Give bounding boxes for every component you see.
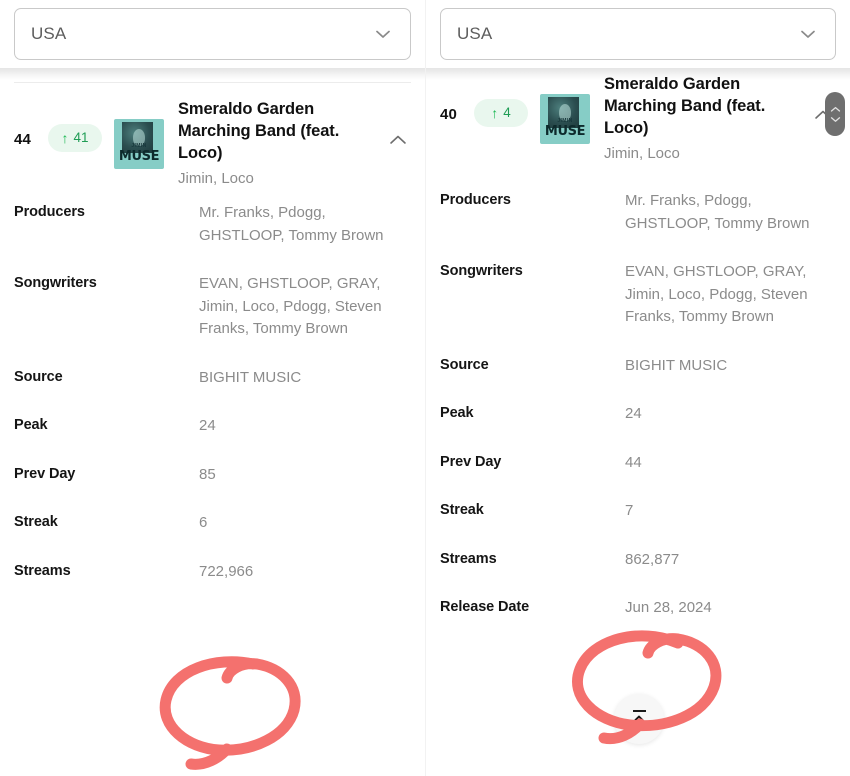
detail-row: Producers Mr. Franks, Pdogg, GHSTLOOP, T… [440, 190, 836, 261]
detail-row: Source BIGHIT MUSIC [440, 355, 836, 404]
detail-value: BIGHIT MUSIC [199, 368, 302, 386]
detail-value: Mr. Franks, Pdogg, GHSTLOOP, Tommy Brown [625, 192, 810, 232]
detail-value: 85 [199, 465, 216, 483]
detail-value: Mr. Franks, Pdogg, GHSTLOOP, Tommy Brown [199, 204, 384, 244]
track-delta-value-right: 4 [503, 105, 511, 121]
detail-label: Source [14, 368, 63, 385]
detail-value: Jun 28, 2024 [625, 599, 712, 616]
detail-row: Streak 6 [14, 512, 411, 561]
detail-value: 6 [199, 514, 208, 532]
detail-label: Streams [440, 550, 497, 567]
chevron-up-small-icon [830, 106, 840, 112]
track-rank-right: 40 [440, 106, 458, 123]
panel-left-header: USA [0, 0, 425, 80]
collapse-all-bar [632, 710, 646, 712]
detail-row: Peak 24 [14, 415, 411, 464]
album-artwork-left: JIMIN MUSE [114, 119, 164, 169]
screen: USA 44 ↑ 41 JIMIN MUSE Smeraldo Garden M… [0, 0, 850, 776]
artwork-album-text: MUSE [544, 124, 586, 139]
detail-label: Streak [440, 502, 484, 518]
track-title-left: Smeraldo Garden Marching Band (feat. Loc… [178, 100, 340, 162]
track-row-left[interactable]: 44 ↑ 41 JIMIN MUSE Smeraldo Garden March… [0, 83, 425, 194]
arrow-up-icon: ↑ [61, 130, 69, 146]
track-row-right[interactable]: 40 ↑ 4 JIMIN MUSE Smeraldo Garden Marchi… [426, 68, 850, 172]
panel-left: USA 44 ↑ 41 JIMIN MUSE Smeraldo Garden M… [0, 0, 425, 776]
detail-label: Source [440, 356, 489, 373]
detail-row: Songwriters EVAN, GHSTLOOP, GRAY, Jimin,… [14, 273, 411, 367]
country-select-left-label: USA [31, 24, 67, 43]
detail-value-streams: 862,877 [625, 550, 680, 568]
detail-value: 44 [625, 453, 642, 471]
detail-row: Songwriters EVAN, GHSTLOOP, GRAY, Jimin,… [440, 261, 836, 355]
detail-label: Producers [14, 204, 85, 221]
track-details-right: Producers Mr. Franks, Pdogg, GHSTLOOP, T… [426, 172, 850, 646]
track-delta-badge-right: ↑ 4 [474, 99, 528, 127]
track-title-right: Smeraldo Garden Marching Band (feat. Loc… [604, 75, 766, 137]
detail-label: Peak [14, 417, 48, 434]
panel-right-header: USA [426, 0, 850, 80]
detail-value: EVAN, GHSTLOOP, GRAY, Jimin, Loco, Pdogg… [199, 275, 382, 338]
detail-row: Release Date Jun 28, 2024 [440, 597, 836, 646]
detail-row: Source BIGHIT MUSIC [14, 367, 411, 416]
detail-label: Peak [440, 405, 474, 421]
country-select-right[interactable]: USA [440, 8, 836, 60]
detail-label: Songwriters [440, 263, 523, 279]
chevron-down-icon [372, 23, 394, 45]
collapse-button-left[interactable] [381, 123, 415, 157]
detail-label: Streak [14, 514, 58, 531]
chevron-up-icon [385, 127, 411, 153]
collapse-all-icon [628, 713, 650, 732]
detail-row: Prev Day 85 [14, 464, 411, 513]
detail-label: Prev Day [14, 465, 76, 482]
detail-value-streams: 722,966 [199, 562, 254, 580]
chevron-down-icon [797, 23, 819, 45]
arrow-up-icon: ↑ [491, 105, 499, 121]
album-artwork-right: JIMIN MUSE [540, 94, 590, 144]
detail-row: Producers Mr. Franks, Pdogg, GHSTLOOP, T… [14, 202, 411, 273]
detail-value: EVAN, GHSTLOOP, GRAY, Jimin, Loco, Pdogg… [625, 263, 808, 325]
track-text-left: Smeraldo Garden Marching Band (feat. Loc… [164, 97, 381, 188]
detail-value: 7 [625, 502, 634, 519]
track-rank-left: 44 [14, 131, 32, 148]
detail-row-streams: Streams 862,877 [440, 549, 836, 598]
artwork-album-text: MUSE [118, 149, 160, 164]
track-artist-left: Jimin, Loco [178, 169, 254, 187]
detail-row: Peak 24 [440, 403, 836, 452]
detail-label: Release Date [440, 599, 530, 615]
detail-value: 24 [199, 417, 216, 435]
detail-row: Streak 7 [440, 500, 836, 549]
track-delta-badge-left: ↑ 41 [48, 124, 102, 152]
country-select-left[interactable]: USA [14, 8, 411, 60]
track-text-right: Smeraldo Garden Marching Band (feat. Loc… [590, 72, 806, 163]
detail-label: Songwriters [14, 275, 97, 292]
detail-label: Prev Day [440, 453, 502, 470]
detail-label: Streams [14, 562, 71, 579]
scrollbar-thumb[interactable] [825, 92, 845, 136]
track-details-left: Producers Mr. Franks, Pdogg, GHSTLOOP, T… [0, 194, 425, 609]
track-artist-right: Jimin, Loco [604, 144, 680, 162]
detail-row-streams: Streams 722,966 [14, 561, 411, 610]
detail-value: BIGHIT MUSIC [625, 356, 728, 374]
country-select-right-label: USA [457, 24, 493, 43]
chevron-down-small-icon [830, 116, 840, 122]
detail-row: Prev Day 44 [440, 452, 836, 501]
panel-right: USA 40 ↑ 4 JIMIN MUSE Smeraldo Garden Ma… [425, 0, 850, 776]
collapse-all-button[interactable] [614, 694, 664, 744]
detail-value: 24 [625, 405, 642, 422]
detail-label: Producers [440, 192, 511, 208]
track-delta-value-left: 41 [73, 130, 89, 146]
